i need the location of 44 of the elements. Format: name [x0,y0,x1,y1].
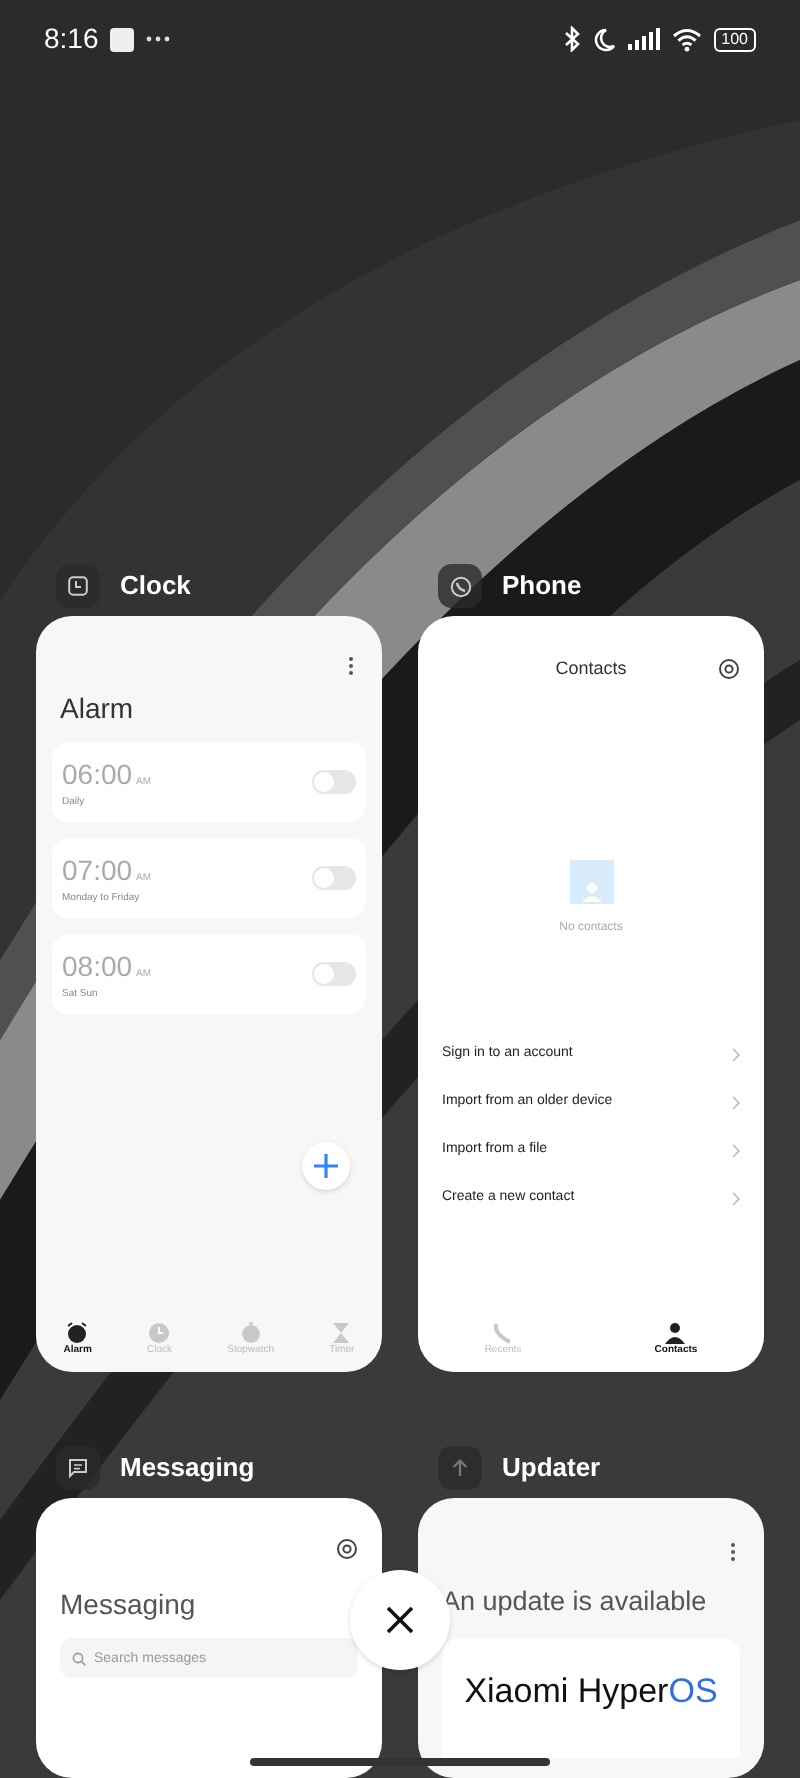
alarm-time: 08:00 [62,947,133,986]
person-icon [664,1322,687,1344]
clock-icon [148,1322,171,1344]
app-name: Clock [120,568,191,605]
status-time: 8:16 [44,20,99,59]
clock-app-icon [68,576,88,596]
bluetooth-icon [563,26,580,53]
battery-indicator: 100 [713,27,756,52]
settings-icon[interactable] [718,658,740,680]
message-app-icon [68,1458,88,1478]
settings-icon[interactable] [336,1538,358,1560]
chevron-right-icon [732,1095,740,1109]
alarm-toggle[interactable] [312,770,356,794]
screen-title: Alarm [58,690,136,728]
chevron-right-icon [732,1143,740,1157]
wifi-icon [671,27,702,52]
more-options-icon[interactable] [348,656,354,676]
stopwatch-icon [239,1322,262,1344]
more-notifications-icon [146,36,171,43]
app-name: Messaging [120,1450,255,1487]
brand-logo-text: Xiaomi HyperOS [464,1670,718,1715]
notification-icon [110,27,135,52]
alarm-toggle[interactable] [312,866,356,890]
arrow-up-icon [450,1458,470,1478]
close-icon [386,1606,414,1634]
alarm-clock-icon [66,1322,89,1344]
contact-placeholder-icon [569,860,613,904]
app-name: Phone [502,568,582,605]
add-alarm-button[interactable] [302,1142,350,1190]
more-options-icon[interactable] [730,1542,736,1562]
screen-title: Contacts [555,656,627,683]
alarm-time: 06:00 [62,755,133,794]
screen-title: Messaging [58,1586,198,1624]
hourglass-icon [332,1322,351,1344]
app-name: Updater [502,1450,601,1487]
alarm-time: 07:00 [62,851,133,890]
moon-icon [591,27,616,52]
signal-icon [627,28,660,51]
chevron-right-icon [732,1191,740,1205]
plus-icon [314,1154,338,1178]
chevron-right-icon [732,1047,740,1061]
alarm-toggle[interactable] [312,962,356,986]
phone-icon [491,1322,514,1344]
phone-app-icon [449,575,471,597]
